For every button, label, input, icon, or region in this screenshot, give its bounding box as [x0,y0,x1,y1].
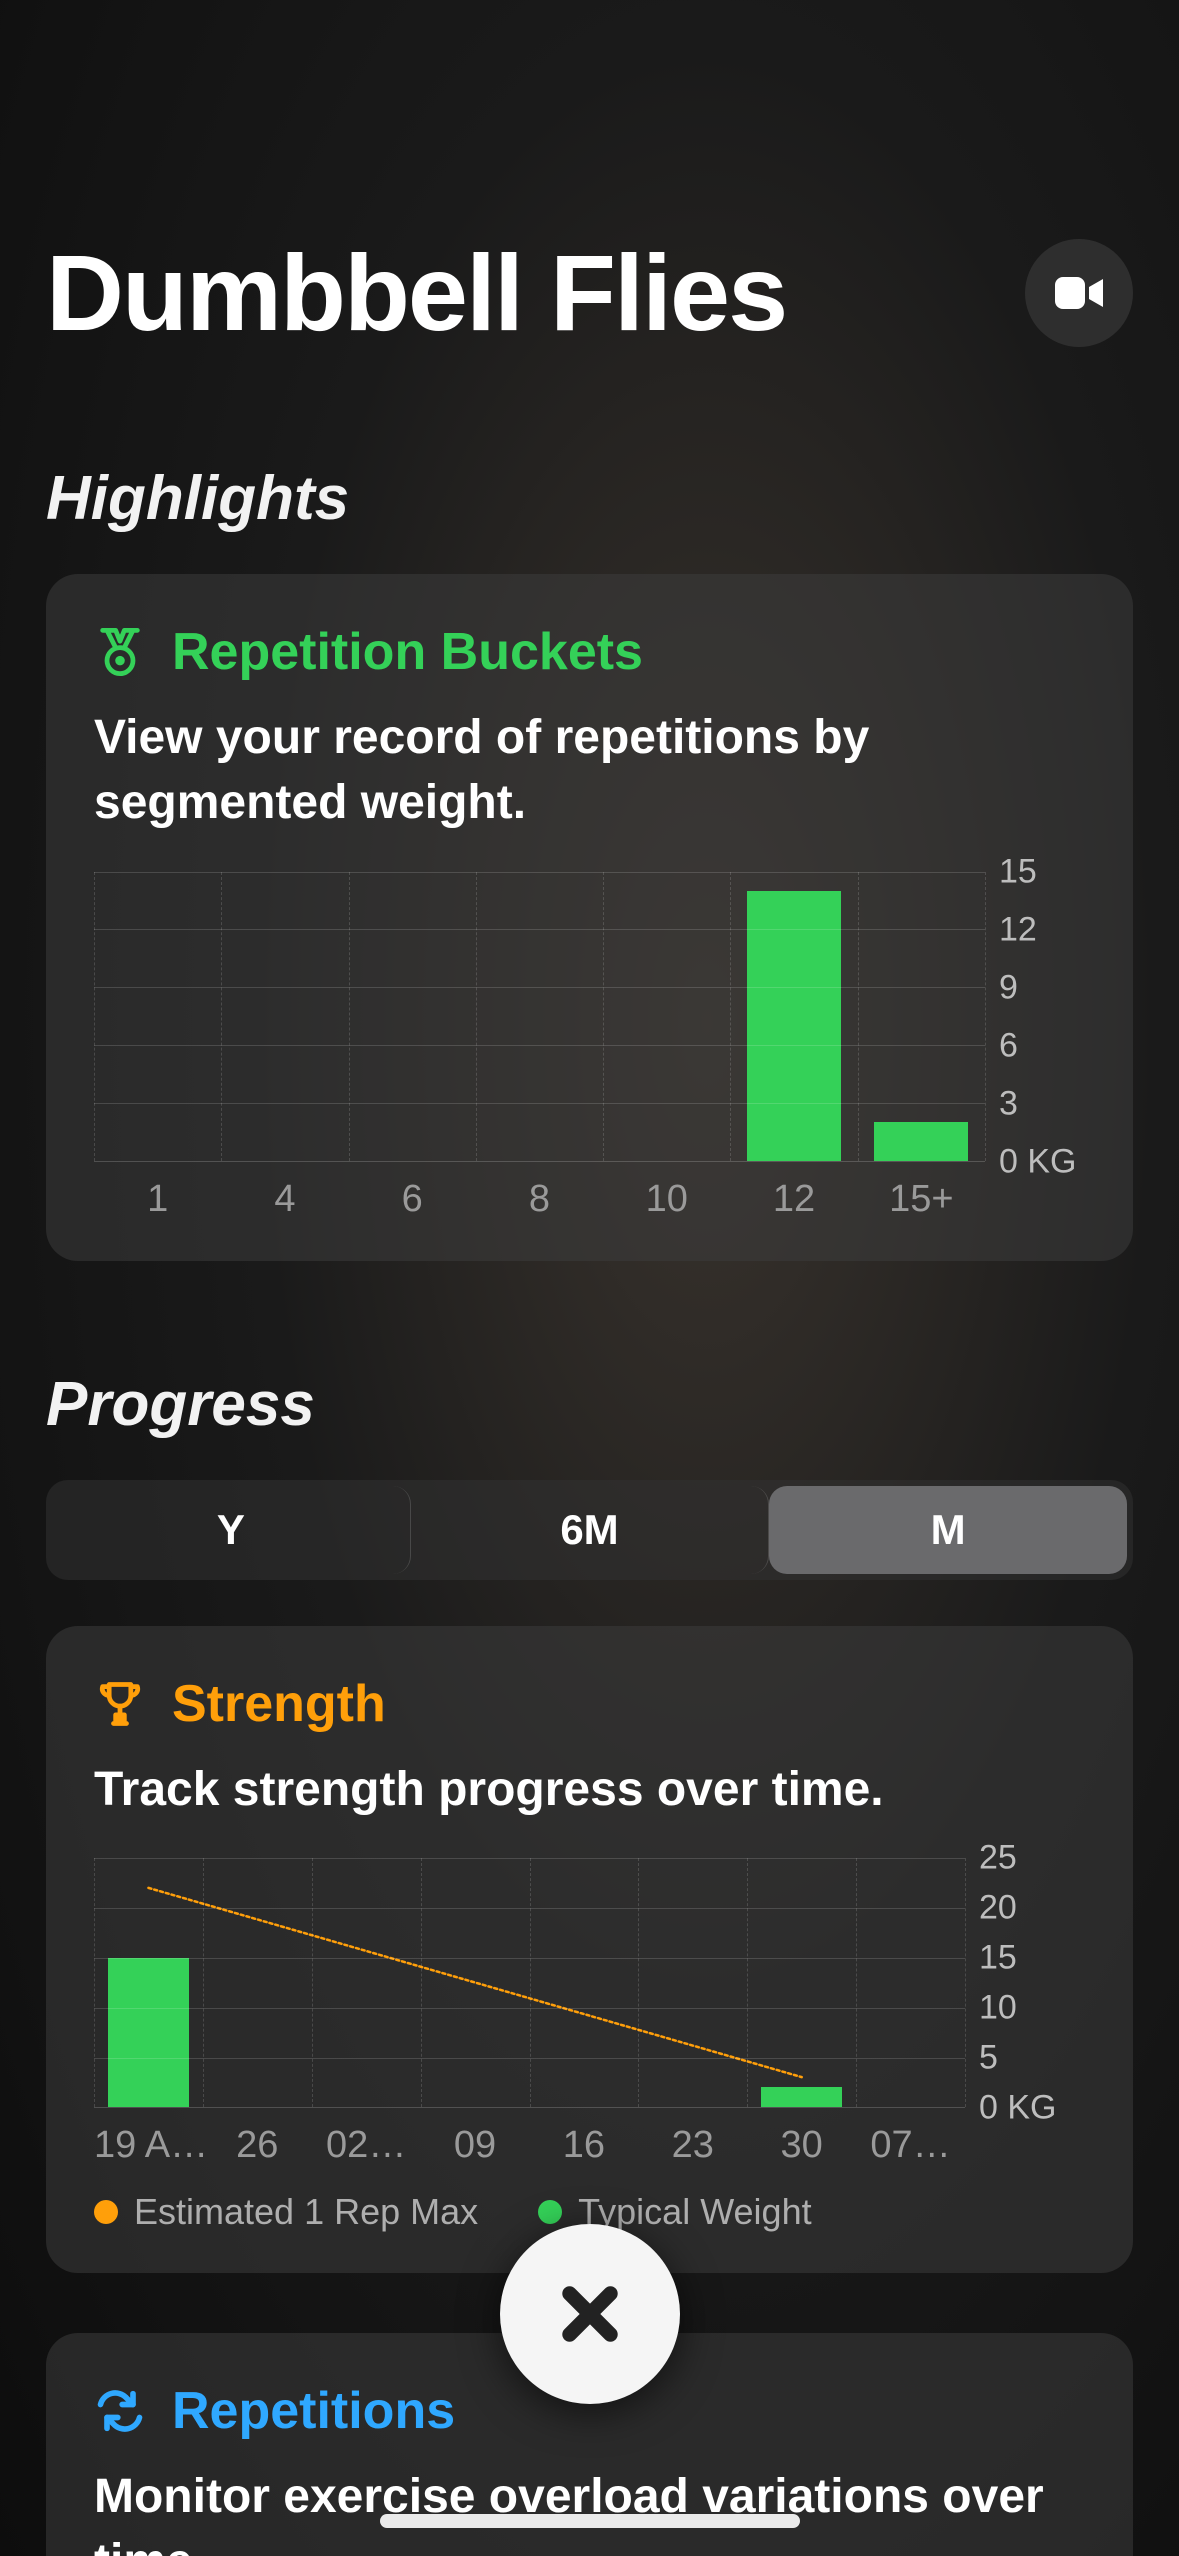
x-tick: 10 [603,1178,730,1221]
x-tick: 6 [349,1178,476,1221]
y-tick: 12 [999,910,1037,949]
cycle-icon [94,2385,146,2437]
x-tick: 16 [530,2124,639,2167]
y-tick: 10 [979,1989,1017,2028]
segment-m[interactable]: M [769,1486,1127,1574]
bar [747,891,841,1161]
video-icon [1055,273,1103,313]
y-tick: 25 [979,1839,1017,1878]
y-tick: 15 [979,1939,1017,1978]
y-tick: 15 [999,852,1037,891]
legend-est-1rm-label: Estimated 1 Rep Max [134,2191,478,2233]
bar-col [94,872,221,1161]
bar-col [858,872,985,1161]
x-tick: 09 [421,2124,530,2167]
rep-buckets-desc: View your record of repetitions by segme… [94,706,1085,836]
page-title: Dumbbell Flies [46,230,786,355]
repetitions-desc: Monitor exercise overload variations ove… [94,2465,1085,2556]
rep-buckets-card[interactable]: Repetition Buckets View your record of r… [46,574,1133,1261]
x-tick: 02… [312,2124,421,2167]
y-tick: 5 [979,2039,998,2078]
x-tick: 15+ [858,1178,985,1221]
bar-col [730,872,857,1161]
close-icon [555,2279,625,2349]
rep-buckets-title: Repetition Buckets [172,622,643,682]
dot-green-icon [538,2200,562,2224]
trophy-icon [94,1678,146,1730]
x-tick: 1 [94,1178,221,1221]
x-tick: 8 [476,1178,603,1221]
bar [761,2087,842,2107]
time-range-segmented[interactable]: Y6MM [46,1480,1133,1580]
bar-col [856,1858,965,2107]
x-tick: 23 [638,2124,747,2167]
bar-col [312,1858,421,2107]
y-tick: 20 [979,1889,1017,1928]
bar-col [530,1858,639,2107]
segment-6m[interactable]: 6M [411,1486,770,1574]
rep-buckets-chart: 15129630 KG [94,872,1085,1162]
video-button[interactable] [1025,239,1133,347]
bar-col [349,872,476,1161]
x-tick: 4 [221,1178,348,1221]
bar-col [476,872,603,1161]
home-indicator[interactable] [380,2514,800,2528]
segment-y[interactable]: Y [52,1486,411,1574]
close-button[interactable] [500,2224,680,2404]
y-tick: 9 [999,968,1018,1007]
bar-col [747,1858,856,2107]
strength-card[interactable]: Strength Track strength progress over ti… [46,1626,1133,2274]
x-tick: 12 [730,1178,857,1221]
x-tick: 26 [203,2124,312,2167]
x-tick: 19 A… [94,2124,203,2167]
bar [108,1958,189,2107]
y-tick: 0 KG [979,2089,1056,2128]
bar-col [638,1858,747,2107]
medal-icon [94,626,146,678]
bar-col [221,872,348,1161]
bar [874,1122,968,1161]
highlights-heading: Highlights [46,463,1133,534]
bar-col [421,1858,530,2107]
bar-col [203,1858,312,2107]
x-tick: 07… [856,2124,965,2167]
legend-est-1rm: Estimated 1 Rep Max [94,2191,478,2233]
strength-title: Strength [172,1674,386,1734]
x-tick: 30 [747,2124,856,2167]
y-tick: 3 [999,1084,1018,1123]
y-tick: 6 [999,1026,1018,1065]
repetitions-title: Repetitions [172,2381,455,2441]
strength-desc: Track strength progress over time. [94,1758,1085,1823]
dot-orange-icon [94,2200,118,2224]
strength-chart: 2520151050 KG [94,1858,1085,2108]
bar-col [603,872,730,1161]
progress-heading: Progress [46,1369,1133,1440]
bar-col [94,1858,203,2107]
y-tick: 0 KG [999,1142,1076,1181]
